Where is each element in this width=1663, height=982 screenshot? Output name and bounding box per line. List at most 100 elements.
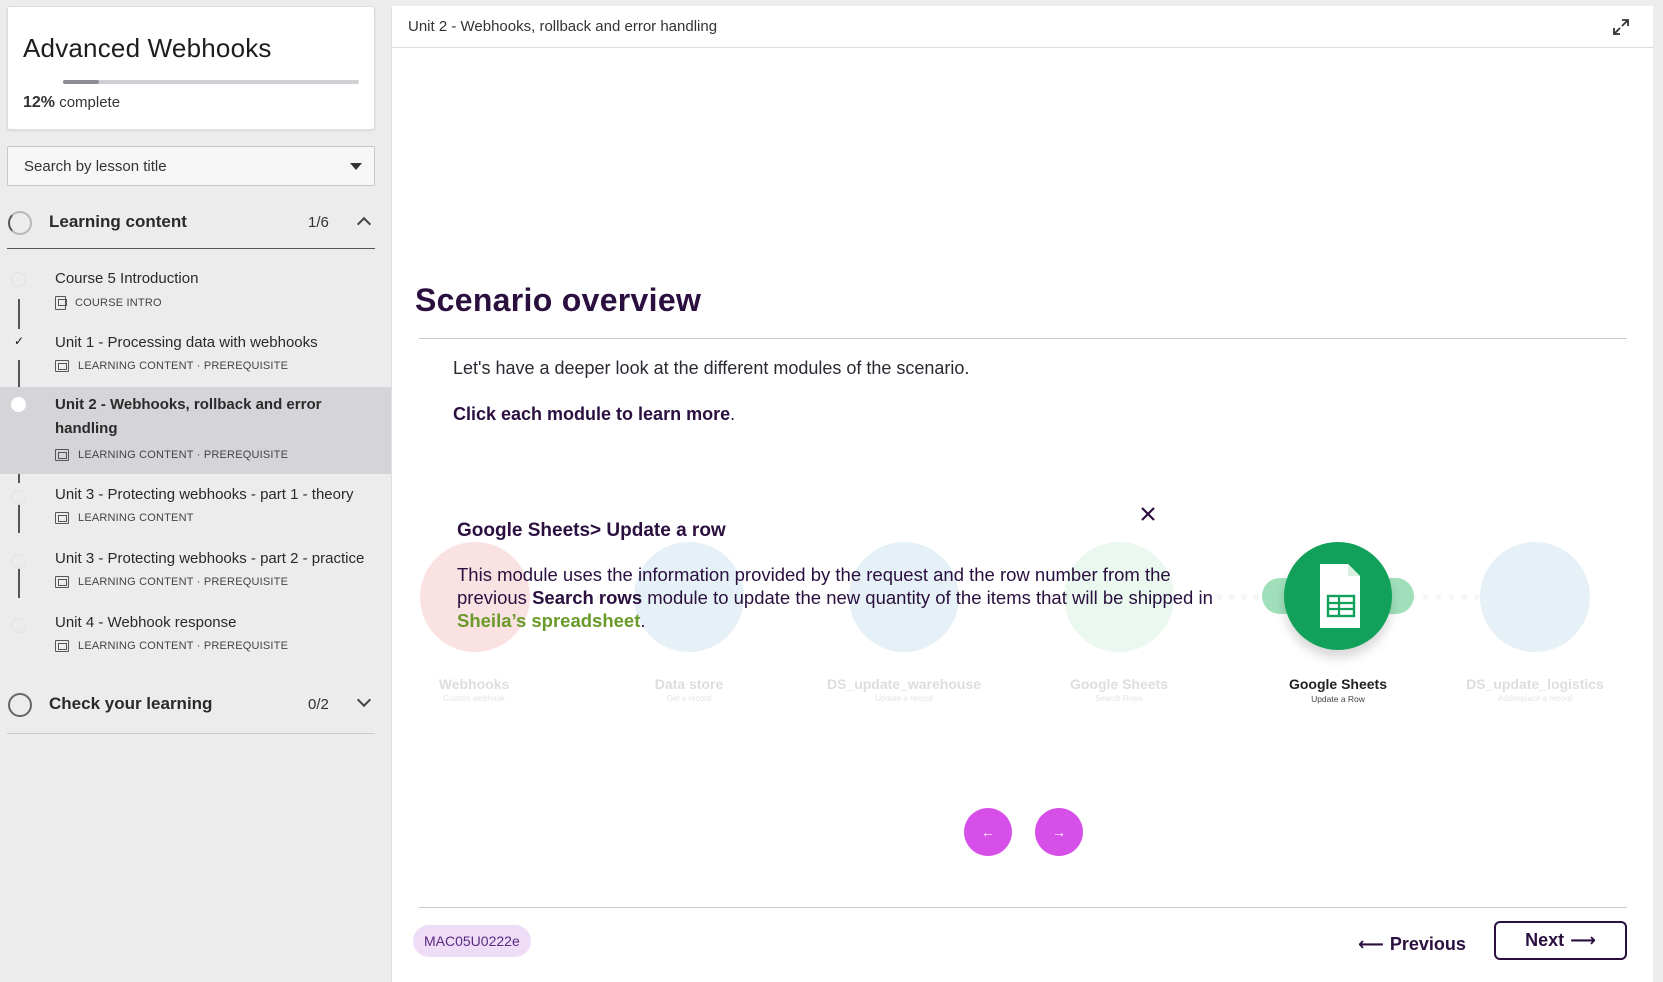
lesson-meta: COURSE INTRO: [55, 296, 162, 310]
module-label: DS_update_warehouse: [826, 676, 982, 692]
breadcrumb: Unit 2 - Webhooks, rollback and error ha…: [408, 18, 718, 35]
module-sublabel: Get a record: [666, 694, 712, 703]
lesson-title: Unit 2 - Webhooks, rollback and error ha…: [55, 396, 322, 437]
divider: [419, 338, 1627, 339]
lesson-meta-text: LEARNING CONTENT · PREREQUISITE: [78, 576, 289, 588]
lesson-status-dot: [11, 554, 26, 569]
document-icon: [55, 296, 67, 310]
instruction-bold: Click each module to learn more: [453, 404, 731, 424]
section-learning-content[interactable]: Learning content 1/6: [7, 197, 375, 249]
intro-text: Let's have a deeper look at the differen…: [453, 358, 970, 378]
section-title: Check your learning: [49, 694, 213, 713]
fullscreen-icon[interactable]: [1612, 18, 1630, 36]
instruction-tail: .: [730, 404, 736, 424]
arrow-left-icon: ←: [981, 824, 995, 840]
popup-body: This module uses the information provide…: [457, 563, 1217, 632]
lesson-title: Unit 3 - Protecting webhooks - part 1 - …: [55, 486, 354, 503]
lesson-meta-text: LEARNING CONTENT: [78, 512, 194, 524]
module-label: Data store: [654, 676, 724, 692]
progress-ring-icon: [8, 693, 32, 717]
lesson-meta-text: LEARNING CONTENT · PREREQUISITE: [78, 640, 289, 652]
section-count: 1/6: [308, 214, 329, 231]
lesson-item[interactable]: ✓ Unit 1 - Processing data with webhooks…: [0, 326, 391, 386]
course-card: Advanced Webhooks 12% complete: [7, 6, 375, 130]
spreadsheet-icon: [1320, 564, 1360, 628]
course-sidebar: Advanced Webhooks 12% complete Search by…: [0, 0, 391, 982]
popup-title: Google Sheets> Update a row: [457, 520, 726, 541]
caret-down-icon: [350, 163, 362, 170]
presentation-icon: [55, 576, 69, 588]
next-button[interactable]: Next ⟶: [1494, 921, 1627, 960]
lesson-topbar: Unit 2 - Webhooks, rollback and error ha…: [392, 6, 1654, 48]
page-title: Scenario overview: [415, 282, 702, 318]
module-ds-update-logistics[interactable]: [1480, 542, 1590, 652]
lesson-item[interactable]: Unit 4 - Webhook response LEARNING CONTE…: [0, 606, 391, 666]
popup-text: module to update the new quantity of the…: [642, 587, 1213, 608]
progress-suffix: complete: [59, 94, 121, 111]
lesson-status-dot: [11, 618, 26, 633]
module-sublabel: Update a record: [875, 694, 933, 703]
lesson-content-panel: Unit 2 - Webhooks, rollback and error ha…: [391, 6, 1654, 982]
progress-text: 12% complete: [23, 94, 120, 112]
section-title: Learning content: [49, 212, 187, 231]
arrow-right-icon: ⟶: [1570, 930, 1596, 950]
lesson-title: Course 5 Introduction: [55, 270, 199, 287]
popup-text: .: [640, 610, 646, 631]
search-placeholder: Search by lesson title: [24, 158, 167, 175]
module-sublabel: Search Rows: [1095, 694, 1143, 703]
lesson-meta: LEARNING CONTENT · PREREQUISITE: [55, 576, 288, 588]
popup-bold: Search rows: [532, 587, 643, 608]
module-label: Webhooks: [438, 676, 510, 692]
lesson-meta-text: COURSE INTRO: [75, 297, 162, 309]
next-label: Next: [1525, 930, 1565, 950]
presentation-icon: [55, 512, 69, 524]
lesson-status-dot: [11, 397, 26, 412]
module-sublabel: Add/replace a record: [1497, 694, 1573, 703]
module-info-popup: Google Sheets> Update a row This module …: [429, 506, 1213, 646]
lesson-meta: LEARNING CONTENT · PREREQUISITE: [55, 640, 288, 652]
lesson-meta: LEARNING CONTENT · PREREQUISITE: [55, 449, 288, 461]
lesson-meta-text: LEARNING CONTENT · PREREQUISITE: [78, 449, 289, 461]
presentation-icon: [55, 360, 69, 372]
previous-button[interactable]: ⟵ Previous: [1358, 926, 1466, 962]
carousel-prev-button[interactable]: ←: [964, 808, 1012, 856]
carousel-next-button[interactable]: →: [1035, 808, 1083, 856]
chevron-down-icon[interactable]: [356, 692, 372, 708]
progress-bar: [63, 80, 359, 84]
lesson-title: Unit 3 - Protecting webhooks - part 2 - …: [55, 550, 365, 567]
arrow-left-icon: ⟵: [1358, 933, 1384, 954]
lesson-code-badge: MAC05U0222e: [413, 925, 531, 957]
module-label: Google Sheets: [1069, 676, 1169, 692]
lesson-status-dot: [11, 490, 26, 505]
checkmark-icon: ✓: [14, 334, 25, 348]
close-icon[interactable]: [1135, 501, 1161, 527]
progress-fill: [63, 80, 99, 84]
lesson-meta: LEARNING CONTENT: [55, 512, 194, 524]
lesson-meta-text: LEARNING CONTENT · PREREQUISITE: [78, 360, 289, 372]
progress-percent: 12%: [23, 94, 56, 111]
previous-label: Previous: [1389, 933, 1466, 954]
lesson-title: Unit 1 - Processing data with webhooks: [55, 334, 318, 351]
module-sublabel: Custom webhook: [443, 694, 505, 703]
lesson-title: Unit 4 - Webhook response: [55, 614, 237, 631]
flow-connector: [1410, 594, 1480, 600]
spreadsheet-link[interactable]: Sheila’s spreadsheet: [457, 610, 640, 631]
chevron-up-icon[interactable]: [356, 216, 372, 232]
module-label: DS_update_logistics: [1466, 676, 1604, 692]
arrow-right-icon: →: [1052, 824, 1066, 840]
lesson-search-dropdown[interactable]: Search by lesson title: [7, 146, 375, 186]
google-sheets-icon: [1284, 542, 1392, 650]
presentation-icon: [55, 640, 69, 652]
module-label: Google Sheets: [1288, 676, 1388, 692]
lesson-item[interactable]: Course 5 Introduction COURSE INTRO: [0, 262, 391, 322]
lesson-meta: LEARNING CONTENT · PREREQUISITE: [55, 360, 288, 372]
lesson-item[interactable]: Unit 3 - Protecting webhooks - part 2 - …: [0, 542, 391, 602]
module-sublabel: Update a Row: [1311, 694, 1365, 704]
lesson-item-active[interactable]: Unit 2 - Webhooks, rollback and error ha…: [0, 387, 391, 474]
lesson-status-dot: [11, 272, 26, 287]
lesson-item[interactable]: Unit 3 - Protecting webhooks - part 1 - …: [0, 478, 391, 538]
section-check-your-learning[interactable]: Check your learning 0/2: [7, 679, 375, 734]
instruction-text: Click each module to learn more.: [453, 404, 735, 425]
progress-ring-icon: [8, 211, 32, 235]
section-count: 0/2: [308, 696, 329, 713]
